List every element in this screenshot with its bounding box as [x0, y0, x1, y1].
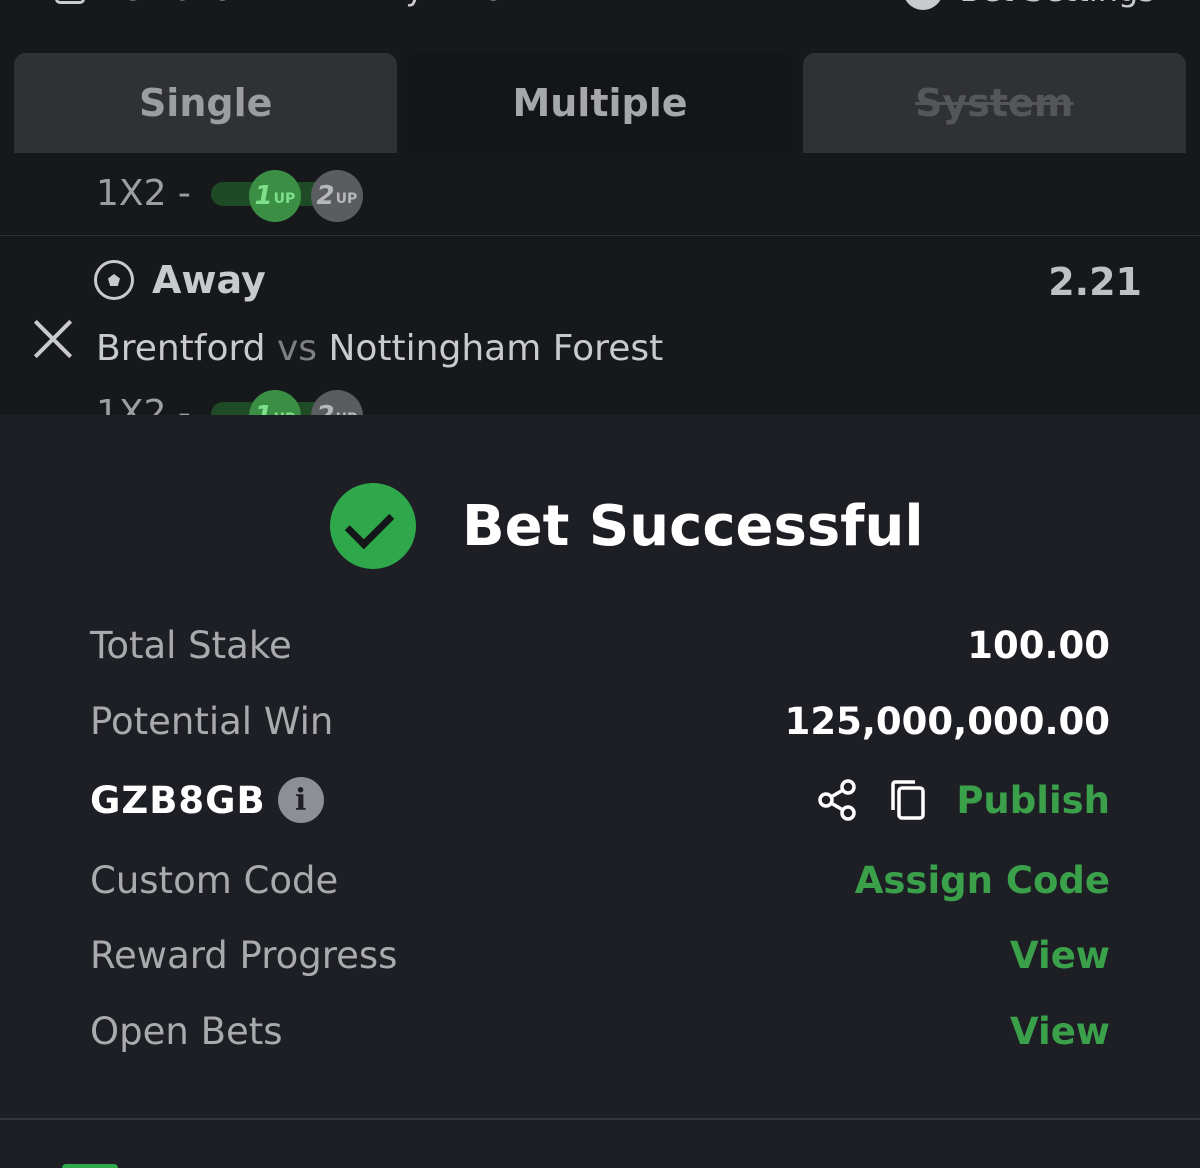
custom-code-row: Custom Code Assign Code: [90, 850, 1110, 910]
list-check-icon: ✕: [335, 0, 362, 8]
reward-progress-label: Reward Progress: [90, 933, 398, 977]
bet-selection: Away 2.21 Brentford vs Nottingham Forest: [0, 236, 1200, 416]
toggle-1up-sub: UP: [273, 191, 296, 207]
toggle-2up-sub: UP: [335, 191, 358, 207]
custom-code-label: Custom Code: [90, 858, 339, 902]
toggle-1up[interactable]: 1UP: [248, 170, 301, 222]
close-icon[interactable]: [32, 318, 74, 360]
tab-system[interactable]: System: [802, 53, 1186, 153]
success-title: Bet Successful: [462, 493, 924, 559]
selection-odds: 2.21: [1048, 260, 1142, 304]
tab-multiple[interactable]: Multiple: [408, 53, 792, 153]
betslip-screen: Remove All ✕ My Pine Bet Settings Single…: [0, 0, 1200, 1168]
total-stake-row: Total Stake 100.00: [90, 615, 1110, 675]
betslip-toolbar: Remove All ✕ My Pine Bet Settings: [0, 0, 1200, 15]
my-filter-label: My Pine: [378, 0, 502, 8]
bet-type-tabs: Single Multiple System: [14, 53, 1186, 153]
checkbox-edge[interactable]: [62, 1164, 118, 1168]
home-team: Brentford: [96, 328, 266, 369]
panel-divider: [0, 1118, 1200, 1120]
remove-all-button[interactable]: Remove All: [55, 0, 281, 8]
share-icon[interactable]: [816, 778, 860, 822]
tab-single[interactable]: Single: [14, 53, 398, 153]
reward-progress-row: Reward Progress View: [90, 925, 1110, 985]
toggle-1up-number: 1: [254, 181, 273, 211]
booking-code-row: GZB8GB i Publish: [90, 770, 1110, 830]
total-stake-label: Total Stake: [90, 623, 292, 667]
publish-link[interactable]: Publish: [956, 779, 1110, 822]
total-stake-value: 100.00: [967, 623, 1110, 667]
gear-icon: [903, 0, 944, 10]
success-header: Bet Successful: [330, 483, 924, 569]
potential-win-row: Potential Win 125,000,000.00: [90, 691, 1110, 751]
bet-success-panel: Bet Successful Total Stake 100.00 Potent…: [0, 415, 1200, 1168]
selection-pick: Away: [152, 258, 266, 302]
away-team: Nottingham Forest: [328, 328, 664, 369]
assign-code-link[interactable]: Assign Code: [855, 859, 1110, 902]
open-bets-row: Open Bets View: [90, 1001, 1110, 1061]
market-label: 1X2 -: [96, 172, 191, 214]
market-row: 1X2 - 1UP 2UP: [96, 170, 363, 222]
up-toggle[interactable]: 1UP 2UP: [210, 170, 363, 222]
info-icon[interactable]: i: [277, 777, 324, 823]
reward-progress-view-link[interactable]: View: [1010, 934, 1110, 977]
potential-win-value: 125,000,000.00: [784, 699, 1110, 743]
copy-icon[interactable]: [886, 778, 930, 822]
potential-win-label: Potential Win: [90, 699, 334, 743]
open-bets-label: Open Bets: [90, 1009, 283, 1053]
vs-label: vs: [276, 328, 318, 369]
booking-code: GZB8GB: [90, 778, 266, 822]
trash-icon: [55, 0, 85, 4]
selection-header: Away: [94, 258, 266, 302]
remove-all-label: Remove All: [101, 0, 281, 8]
match-name: Brentford vs Nottingham Forest: [96, 328, 663, 369]
toggle-2up-number: 2: [316, 181, 335, 211]
my-filter-button[interactable]: ✕ My Pine: [335, 0, 502, 8]
bet-settings-button[interactable]: Bet Settings: [903, 0, 1155, 10]
code-actions: Publish: [816, 778, 1110, 822]
football-icon: [94, 260, 134, 300]
bet-settings-label: Bet Settings: [959, 0, 1155, 9]
booking-code-group: GZB8GB i: [90, 777, 324, 823]
toggle-2up[interactable]: 2UP: [310, 170, 363, 222]
check-circle-icon: [330, 483, 416, 569]
open-bets-view-link[interactable]: View: [1010, 1010, 1110, 1053]
